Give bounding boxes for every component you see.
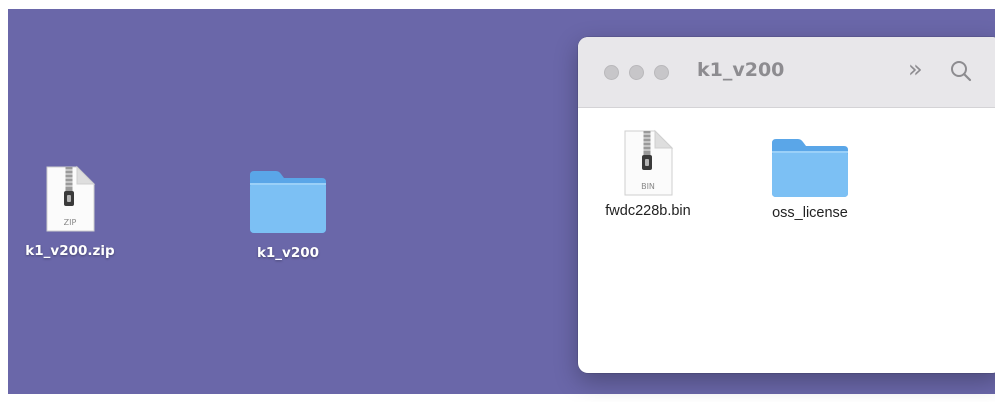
window-title: k1_v200 [697,59,785,81]
folder-icon [250,171,326,233]
search-icon[interactable] [950,60,972,82]
window-item-folder[interactable]: oss_license [762,137,858,221]
zoom-button[interactable] [654,65,669,80]
finder-window: k1_v200 » BIN fwdc228b.bin oss_license [578,37,995,373]
window-item-folder-label: oss_license [772,205,848,221]
zip-badge: ZIP [64,218,77,227]
close-button[interactable] [604,65,619,80]
minimize-button[interactable] [629,65,644,80]
desktop-item-folder[interactable]: k1_v200 [240,167,336,261]
desktop-item-folder-label: k1_v200 [256,245,320,261]
window-titlebar[interactable]: k1_v200 » [578,37,995,108]
window-item-bin-label: fwdc228b.bin [605,203,691,219]
toolbar-more-button[interactable]: » [908,57,923,81]
desktop: ZIP k1_v200.zip k1_v200 k1_v200 » BIN fw… [8,9,995,394]
desktop-item-zip-label: k1_v200.zip [25,243,115,259]
folder-icon [772,139,848,197]
bin-badge: BIN [641,182,655,191]
bin-file-icon: BIN [624,129,674,196]
desktop-item-zip[interactable]: ZIP k1_v200.zip [22,165,118,259]
window-item-bin[interactable]: BIN fwdc228b.bin [598,129,698,219]
zip-file-icon: ZIP [46,165,96,232]
